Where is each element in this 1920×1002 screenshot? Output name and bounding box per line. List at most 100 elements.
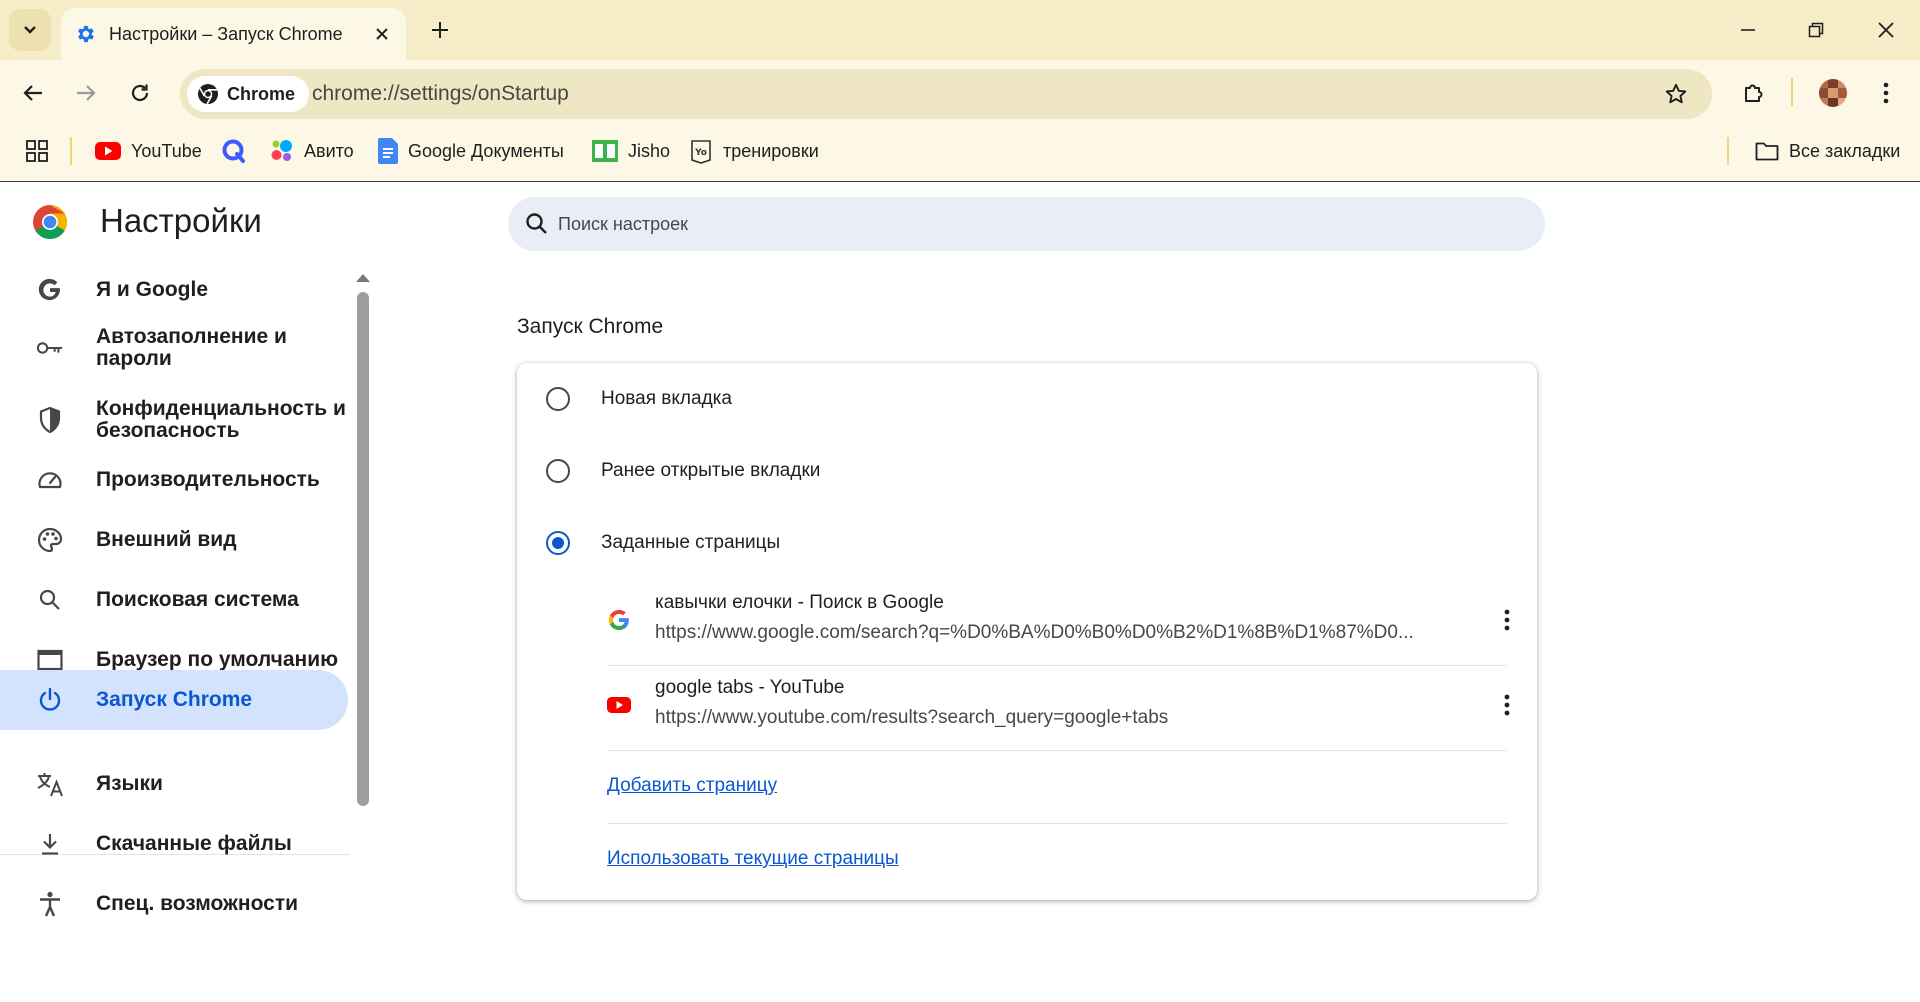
more-vert-icon[interactable] — [1487, 685, 1527, 725]
extensions-puzzle-icon[interactable] — [1734, 73, 1774, 113]
nav-scroll-up-arrow[interactable] — [356, 274, 370, 282]
page-title: Настройки — [100, 202, 262, 239]
bookmark-jisho[interactable]: Jisho — [592, 126, 670, 176]
toolbar-separator — [1791, 78, 1793, 106]
nav-item-autofill[interactable]: Автозаполнение и пароли — [0, 320, 348, 376]
startup-option-specific-pages[interactable]: Заданные страницы — [517, 507, 1537, 579]
nav-label: Языки — [96, 772, 163, 795]
radio-button[interactable] — [546, 387, 570, 411]
nav-label: Браузер по умолчанию — [96, 648, 339, 671]
bookmark-label: Google Документы — [408, 140, 564, 161]
site-info-chip[interactable]: Chrome — [187, 76, 310, 112]
option-label: Заданные страницы — [601, 532, 781, 553]
folder-icon — [1755, 142, 1779, 161]
youtube-icon — [95, 142, 121, 160]
google-g-icon — [36, 276, 64, 304]
chrome-logo-icon — [33, 205, 67, 239]
jisho-icon — [592, 140, 618, 162]
settings-search[interactable] — [508, 197, 1545, 251]
all-bookmarks-label: Все закладки — [1789, 140, 1901, 161]
site-chip-label: Chrome — [227, 83, 296, 104]
add-page-link[interactable]: Добавить страницу — [607, 775, 777, 797]
startup-card: Новая вкладка Ранее открытые вкладки Зад… — [517, 363, 1537, 900]
nav-label: Автозаполнение и пароли — [96, 325, 287, 370]
nav-label: Запуск Chrome — [96, 688, 253, 711]
bookmark-label: тренировки — [723, 140, 819, 161]
svg-text:Yo: Yo — [694, 148, 707, 158]
search-icon — [36, 586, 64, 614]
startup-page-entry: кавычки елочки - Поиск в Google https://… — [607, 578, 1510, 662]
profile-avatar[interactable] — [1813, 73, 1853, 113]
q-icon — [222, 139, 245, 163]
radio-button[interactable] — [546, 459, 570, 483]
all-bookmarks-button[interactable]: Все закладки — [1755, 126, 1900, 176]
tab-search-button[interactable] — [9, 9, 51, 51]
shield-icon — [36, 406, 64, 434]
kebab-menu-icon[interactable] — [1866, 73, 1906, 113]
bookmarks-bar: YouTube Авито Google Документы Jisho Yo … — [0, 126, 1920, 182]
startup-page-url: https://www.youtube.com/results?search_q… — [655, 707, 1169, 728]
forward-arrow-icon[interactable] — [66, 73, 106, 113]
translate-icon — [36, 770, 64, 798]
bookmark-label: Авито — [304, 140, 354, 161]
nav-item-you-and-google[interactable]: Я и Google — [0, 270, 348, 310]
restore-icon[interactable] — [1782, 0, 1850, 60]
tab-title: Настройки – Запуск Chrome — [109, 23, 343, 44]
nav-item-accessibility[interactable]: Спец. возможности — [0, 884, 348, 924]
startup-page-entry: google tabs - YouTube https://www.youtub… — [607, 663, 1510, 747]
chrome-logo-icon — [198, 84, 218, 105]
download-icon — [36, 830, 64, 858]
reload-icon[interactable] — [120, 73, 160, 113]
apps-grid-icon[interactable] — [26, 126, 48, 176]
active-tab[interactable]: Настройки – Запуск Chrome — [61, 8, 406, 60]
nav-item-downloads[interactable]: Скачанные файлы — [0, 824, 348, 864]
bookmark-avito[interactable]: Авито — [270, 126, 354, 176]
nav-label: Конфиденциальность и безопасность — [96, 397, 346, 442]
omnibox[interactable]: Chrome chrome://settings/onStartup — [180, 69, 1712, 119]
power-icon — [36, 686, 64, 714]
url-text[interactable]: chrome://settings/onStartup — [312, 69, 569, 119]
startup-option-new-tab[interactable]: Новая вкладка — [517, 363, 1537, 435]
tab-strip: Настройки – Запуск Chrome — [0, 0, 1920, 60]
toolbar: Chrome chrome://settings/onStartup — [0, 60, 1920, 126]
startup-option-continue[interactable]: Ранее открытые вкладки — [517, 435, 1537, 507]
use-current-pages-link[interactable]: Использовать текущие страницы — [607, 848, 899, 870]
nav-item-languages[interactable]: Языки — [0, 764, 348, 804]
new-tab-plus-icon[interactable] — [422, 12, 458, 48]
search-icon — [526, 213, 547, 234]
option-label: Новая вкладка — [601, 388, 732, 409]
section-title: Запуск Chrome — [517, 315, 664, 338]
bookmarks-separator — [70, 137, 72, 165]
nav-label: Я и Google — [96, 278, 209, 301]
close-window-icon[interactable] — [1852, 0, 1920, 60]
nav-item-search-engine[interactable]: Поисковая система — [0, 580, 348, 620]
nav-item-on-startup[interactable]: Запуск Chrome — [0, 670, 348, 730]
settings-gear-icon — [73, 22, 97, 46]
minimize-icon[interactable] — [1714, 0, 1782, 60]
avito-icon — [271, 140, 292, 161]
bookmark-q[interactable] — [221, 126, 247, 176]
nav-item-performance[interactable]: Производительность — [0, 460, 348, 500]
bookmark-youtube[interactable]: YouTube — [95, 126, 202, 176]
more-vert-icon[interactable] — [1487, 600, 1527, 640]
radio-button-checked[interactable] — [546, 531, 570, 555]
startup-page-title: google tabs - YouTube — [655, 677, 845, 698]
bookmark-star-icon[interactable] — [1656, 74, 1696, 114]
settings-nav: Я и Google Автозаполнение и пароли Конфи… — [0, 242, 360, 1002]
yo-icon: Yo — [691, 140, 711, 164]
back-arrow-icon[interactable] — [13, 73, 53, 113]
nav-label: Производительность — [96, 468, 320, 491]
youtube-icon — [607, 693, 631, 717]
chevron-down-icon — [24, 26, 36, 34]
bookmark-google-docs[interactable]: Google Документы — [378, 126, 564, 176]
speedometer-icon — [36, 466, 64, 494]
google-g-icon — [607, 608, 631, 632]
nav-item-privacy[interactable]: Конфиденциальность и безопасность — [0, 392, 348, 448]
nav-item-appearance[interactable]: Внешний вид — [0, 520, 348, 560]
nav-scrollbar-thumb[interactable] — [357, 292, 369, 806]
bookmark-trainings[interactable]: Yo тренировки — [689, 126, 819, 176]
search-input[interactable] — [558, 197, 1518, 251]
tab-close-icon[interactable] — [366, 18, 398, 50]
key-icon — [36, 334, 64, 362]
startup-page-title: кавычки елочки - Поиск в Google — [655, 592, 944, 613]
